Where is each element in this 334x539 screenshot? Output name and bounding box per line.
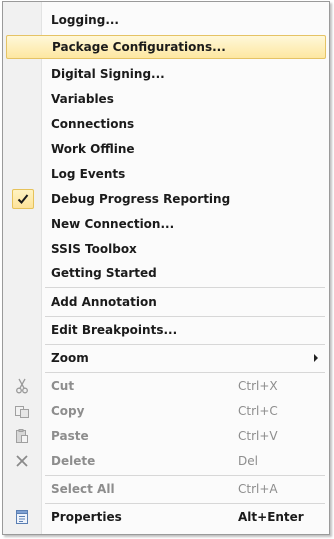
menu-item-label: SSIS Toolbox [51,242,137,256]
menu-item-edit-breakpoints[interactable]: Edit Breakpoints... [6,318,326,342]
menu-item-label: Digital Signing... [51,67,165,81]
menu-item-label: Add Annotation [51,295,157,309]
paste-icon [6,424,38,448]
menu-item-logging[interactable]: Logging... [6,8,326,32]
menu-item-label: Paste [51,429,89,443]
menu-item-label: Getting Started [51,266,157,280]
menu-item-package-configurations[interactable]: Package Configurations... [6,35,326,59]
context-menu: Logging... Package Configurations... Dig… [2,1,330,535]
menu-separator [45,344,325,345]
shortcut-label: Del [238,454,258,468]
menu-separator [45,475,325,476]
menu-item-properties[interactable]: Properties Alt+Enter [6,505,326,529]
menu-item-digital-signing[interactable]: Digital Signing... [6,62,326,86]
menu-item-cut[interactable]: Cut Ctrl+X [6,374,326,398]
menu-item-copy[interactable]: Copy Ctrl+C [6,399,326,423]
menu-item-label: Zoom [51,351,89,365]
menu-item-work-offline[interactable]: Work Offline [6,137,326,161]
menu-item-label: Work Offline [51,142,135,156]
menu-item-label: Select All [51,482,115,496]
shortcut-label: Ctrl+X [238,379,278,393]
menu-item-label: Edit Breakpoints... [51,323,178,337]
menu-item-delete[interactable]: Delete Del [6,449,326,473]
scissors-icon [6,374,38,398]
shortcut-label: Alt+Enter [238,510,304,524]
menu-separator [45,372,325,373]
submenu-arrow-icon [314,354,318,362]
menu-item-label: New Connection... [51,217,175,231]
copy-icon [6,399,38,423]
menu-item-label: Properties [51,510,122,524]
menu-item-new-connection[interactable]: New Connection... [6,212,326,236]
menu-item-variables[interactable]: Variables [6,87,326,111]
menu-item-zoom[interactable]: Zoom [6,346,326,370]
menu-item-ssis-toolbox[interactable]: SSIS Toolbox [6,237,326,261]
menu-item-label: Copy [51,404,85,418]
delete-x-icon [6,449,38,473]
shortcut-label: Ctrl+A [238,482,278,496]
check-icon [12,189,34,209]
menu-item-getting-started[interactable]: Getting Started [6,261,326,285]
menu-item-label: Connections [51,117,135,131]
menu-item-label: Debug Progress Reporting [51,192,231,206]
menu-item-label: Package Configurations... [52,40,226,54]
menu-item-add-annotation[interactable]: Add Annotation [6,290,326,314]
menu-item-label: Delete [51,454,96,468]
menu-item-connections[interactable]: Connections [6,112,326,136]
menu-item-log-events[interactable]: Log Events [6,162,326,186]
shortcut-label: Ctrl+C [238,404,278,418]
menu-item-label: Logging... [51,13,119,27]
menu-item-paste[interactable]: Paste Ctrl+V [6,424,326,448]
menu-item-label: Cut [51,379,75,393]
shortcut-label: Ctrl+V [238,429,278,443]
menu-separator [45,287,325,288]
properties-icon [6,505,38,529]
menu-item-select-all[interactable]: Select All Ctrl+A [6,477,326,501]
menu-separator [45,316,325,317]
menu-item-debug-progress-reporting[interactable]: Debug Progress Reporting [6,187,326,211]
menu-item-label: Log Events [51,167,126,181]
menu-separator [45,503,325,504]
menu-item-label: Variables [51,92,114,106]
